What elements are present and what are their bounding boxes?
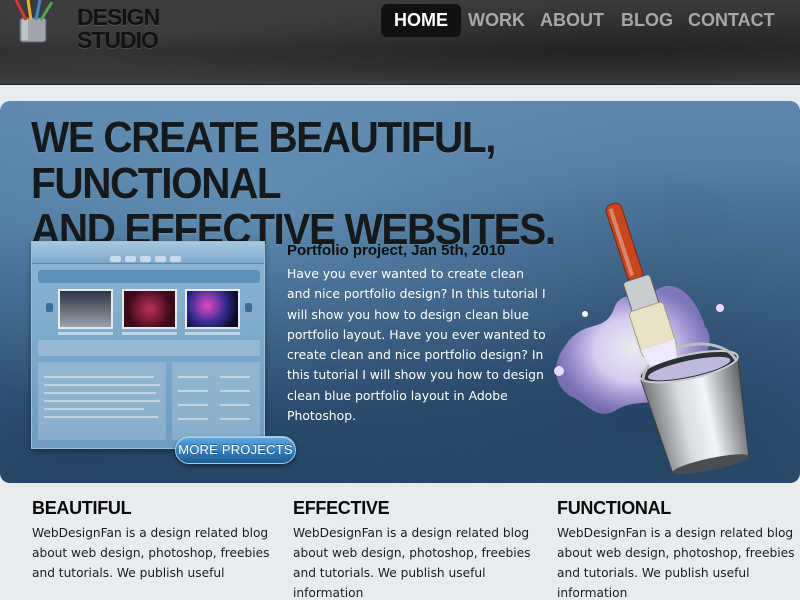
feature-text: WebDesignFan is a design related blog ab… [32,526,270,580]
hero-heading-line-1: WE CREATE BEAUTIFUL, FUNCTIONAL [31,113,497,208]
thumbnail-left-arrow-icon [46,303,53,312]
thumbnail-friends-column [172,362,260,440]
thumbnail-news-column [38,362,166,440]
feature-title[interactable]: FUNCTIONAL [557,497,800,519]
site-logo[interactable]: DESIGN STUDIO [77,4,160,53]
thumbnail-caption [122,332,177,335]
feature-text: WebDesignFan is a design related blog ab… [557,526,795,600]
hero-banner: WE CREATE BEAUTIFUL, FUNCTIONAL AND EFFE… [0,101,800,483]
nav-home[interactable]: HOME [381,4,461,37]
logo-line-1: DESIGN [77,4,160,30]
nav-work[interactable]: WORK [468,4,525,37]
nav-blog[interactable]: BLOG [621,4,673,37]
thumbnail-image-2 [122,289,177,329]
thumbnail-twitter-strip [38,340,260,356]
feature-functional: FUNCTIONAL WebDesignFan is a design rela… [557,497,800,600]
feature-title[interactable]: BEAUTIFUL [32,497,282,519]
thumbnail-image-3 [185,289,240,329]
feature-effective: EFFECTIVE WebDesignFan is a design relat… [293,497,543,600]
thumbnail-right-arrow-icon [245,303,252,312]
thumbnail-nav [110,249,185,267]
logo-line-2: STUDIO [77,27,159,53]
feature-beautiful: BEAUTIFUL WebDesignFan is a design relat… [32,497,282,583]
site-header: DESIGN STUDIO HOME WORK ABOUT BLOG CONTA… [0,0,800,85]
nav-contact[interactable]: CONTACT [688,4,775,37]
thumbnail-caption [58,332,113,335]
feature-title[interactable]: EFFECTIVE [293,497,543,519]
thumbnail-caption [185,332,240,335]
paintbrush-bucket-icon [554,202,750,475]
portfolio-thumbnail[interactable] [31,241,265,449]
project-title[interactable]: Portfolio project, Jan 5th, 2010 [287,242,505,259]
thumbnail-section-bar [38,270,260,283]
more-projects-button[interactable]: MORE PROJECTS [175,436,296,464]
feature-text: WebDesignFan is a design related blog ab… [293,526,531,600]
thumbnail-image-1 [58,289,113,329]
brush-cup-icon[interactable] [10,0,58,44]
nav-about[interactable]: ABOUT [540,4,604,37]
project-description: Have you ever wanted to create clean and… [287,266,546,424]
